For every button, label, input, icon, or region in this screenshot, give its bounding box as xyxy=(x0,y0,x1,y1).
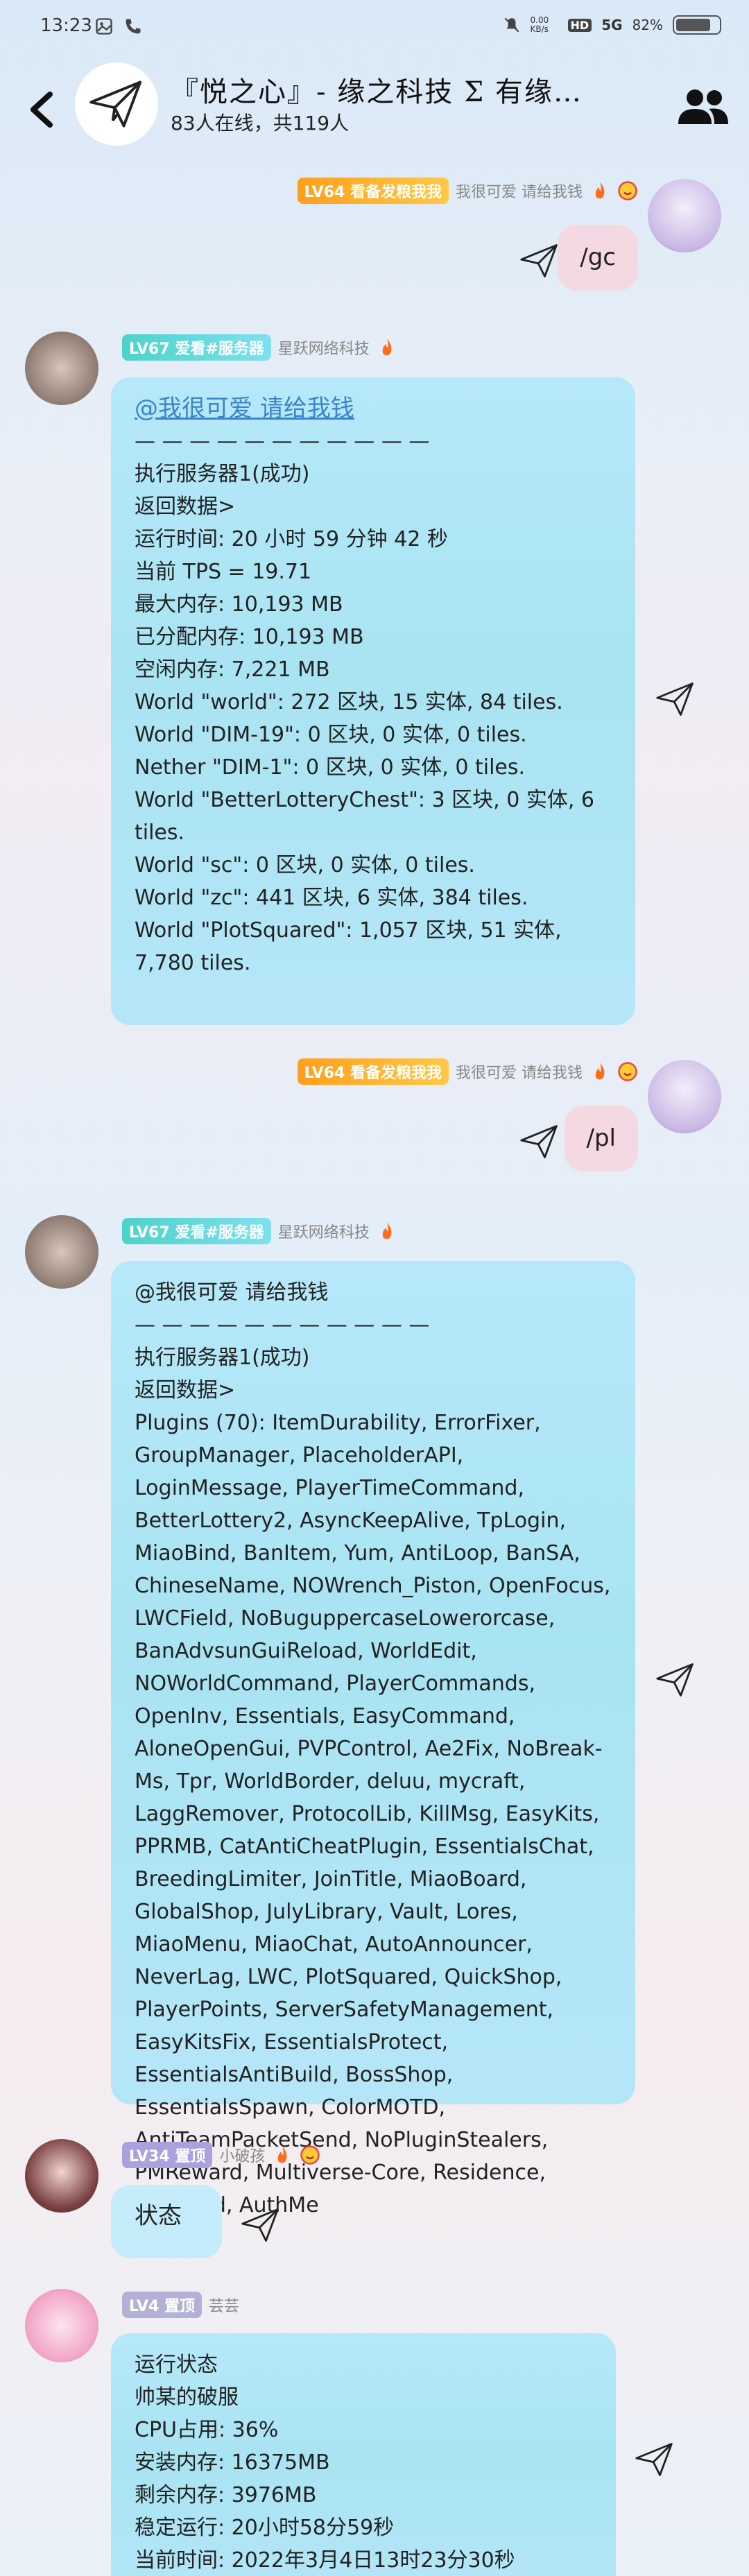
message-line: World "BetterLotteryChest": 3 区块, 0 实体, … xyxy=(135,788,601,845)
smile-icon xyxy=(618,1062,637,1081)
paper-plane-icon xyxy=(89,80,142,128)
message-line: 帅某的破服 xyxy=(135,2385,239,2410)
message-line: World "DIM-19": 0 区块, 0 实体, 0 tiles. xyxy=(135,723,527,747)
forward-icon[interactable] xyxy=(655,1659,696,1701)
message-line: — — — — — — — — — — — xyxy=(135,429,430,454)
message-row: LV67 爱看#服务器 星跃网络科技 @我很可爱 请给我钱 — — — — — —… xyxy=(0,1215,749,2217)
resend-icon[interactable] xyxy=(519,1121,560,1162)
avatar[interactable] xyxy=(25,332,98,405)
message-row: LV64 看备发粮我我 我很可爱 请给我钱 /gc xyxy=(0,173,749,312)
message-line: 安装内存: 16375MB xyxy=(135,2450,330,2475)
message-line: 运行状态 xyxy=(135,2353,218,2377)
smile-icon xyxy=(300,2145,320,2165)
avatar[interactable] xyxy=(25,1215,98,1289)
fire-icon xyxy=(595,182,605,199)
smile-icon xyxy=(618,181,637,200)
phone-icon xyxy=(126,19,141,34)
message-line: @我很可爱 请给我钱 xyxy=(135,1280,329,1305)
message-line: 当前 TPS = 19.71 xyxy=(135,560,312,584)
hd-icon: HD xyxy=(567,18,592,32)
message-bubble[interactable]: 运行状态帅某的破服 CPU占用: 36% 安装内存: 16375MB 剩余内存: 39… xyxy=(111,2333,616,2576)
image-icon xyxy=(96,18,112,35)
message-line: 执行服务器1(成功) xyxy=(135,462,310,486)
message-line: CPU占用: 36% xyxy=(135,2418,279,2442)
forward-icon[interactable] xyxy=(634,2439,675,2480)
message-row: LV34 置顶 小破孩 状态 xyxy=(0,2139,749,2271)
fire-icon xyxy=(382,338,392,356)
sender-name: 芸芸 xyxy=(209,2298,240,2315)
network-speed: 0.00 KB/s xyxy=(530,15,549,34)
battery-icon xyxy=(673,15,721,35)
message-line: World "PlotSquared": 1,057 区块, 51 实体, 7,… xyxy=(135,918,569,975)
level-badge: LV67 爱看#服务器 xyxy=(122,334,271,361)
avatar[interactable] xyxy=(25,2289,98,2362)
group-title[interactable]: 『悦之心』- 缘之科技 Σ 有缘… xyxy=(171,69,583,110)
fire-icon xyxy=(595,1063,605,1080)
resend-icon[interactable] xyxy=(519,240,560,282)
message-bubble[interactable]: /pl xyxy=(564,1106,638,1171)
status-time: 13:23 xyxy=(40,15,92,36)
message-line: 空闲内存: 7,221 MB xyxy=(135,658,330,682)
message-line: 返回数据> xyxy=(135,1378,236,1402)
message-line: 返回数据> xyxy=(135,495,236,519)
fire-icon xyxy=(382,1222,392,1239)
sender-name: 小破孩 xyxy=(219,2148,266,2165)
status-bar: 13:23 0.00 KB/s HD 5G 82% xyxy=(0,0,749,58)
message-line: — — — — — — — — — — — xyxy=(135,1313,430,1337)
group-avatar[interactable] xyxy=(75,62,158,146)
message-row: LV67 爱看#服务器 星跃网络科技 @我很可爱 请给我钱 — — — — — … xyxy=(0,332,749,1039)
message-bubble[interactable]: @我很可爱 请给我钱 — — — — — — — — — — — 执行服务器1(成功… xyxy=(111,1261,635,2217)
message-line: World "sc": 0 区块, 0 实体, 0 tiles. xyxy=(135,853,475,877)
forward-icon[interactable] xyxy=(655,678,696,720)
message-line: Plugins (70): ItemDurability, ErrorFixer… xyxy=(135,1411,617,2217)
message-line: 剩余内存: 3976MB xyxy=(135,2483,317,2507)
avatar[interactable] xyxy=(648,179,721,252)
level-badge: LV64 看备发粮我我 xyxy=(297,178,449,204)
message-bubble[interactable]: /gc xyxy=(558,225,638,291)
message-line: Nether "DIM-1": 0 区块, 0 实体, 0 tiles. xyxy=(135,755,526,780)
fire-icon xyxy=(278,2146,287,2163)
message-line: 稳定运行: 20小时58分59秒 xyxy=(135,2516,395,2540)
avatar[interactable] xyxy=(648,1060,721,1133)
level-badge: LV34 置顶 xyxy=(122,2142,213,2168)
message-bubble[interactable]: @我很可爱 请给我钱 — — — — — — — — — — — 执行服务器1(成… xyxy=(111,377,635,1025)
message-row: LV4 置顶 芸芸 运行状态帅某的破服 CPU占用: 36% 安装内存: 16375… xyxy=(0,2289,749,2576)
battery-percent: 82% xyxy=(632,17,663,33)
group-member-count: 83人在线，共119人 xyxy=(171,112,350,135)
message-line: World "world": 272 区块, 15 实体, 84 tiles. xyxy=(135,690,563,714)
sender-name: 星跃网络科技 xyxy=(277,1224,370,1242)
sender-name: 我很可爱 请给我钱 xyxy=(456,1065,583,1082)
message-line: 执行服务器1(成功) xyxy=(135,1346,310,1370)
mute-icon xyxy=(504,17,519,33)
avatar[interactable] xyxy=(25,2139,98,2213)
message-line: 最大内存: 10,193 MB xyxy=(135,592,343,617)
level-badge: LV4 置顶 xyxy=(122,2292,203,2318)
message-line: 已分配内存: 10,193 MB xyxy=(135,625,364,649)
mention-link[interactable]: @我很可爱 请给我钱 xyxy=(135,393,612,425)
network-type: 5G xyxy=(601,17,623,33)
forward-icon[interactable] xyxy=(240,2204,282,2246)
message-row: LV64 看备发粮我我 我很可爱 请给我钱 /pl xyxy=(0,1054,749,1193)
sender-name: 我很可爱 请给我钱 xyxy=(456,184,583,201)
message-line: World "zc": 441 区块, 6 实体, 384 tiles. xyxy=(135,886,528,910)
message-line: 运行时间: 20 小时 59 分钟 42 秒 xyxy=(135,527,448,551)
people-icon[interactable] xyxy=(675,82,731,130)
sender-name: 星跃网络科技 xyxy=(277,341,370,358)
back-icon[interactable] xyxy=(25,89,58,130)
level-badge: LV64 看备发粮我我 xyxy=(297,1058,449,1085)
message-bubble[interactable]: 状态 xyxy=(111,2185,222,2258)
level-badge: LV67 爱看#服务器 xyxy=(122,1218,271,1244)
message-line: 当前时间: 2022年3月4日13时23分30秒 xyxy=(135,2548,515,2573)
